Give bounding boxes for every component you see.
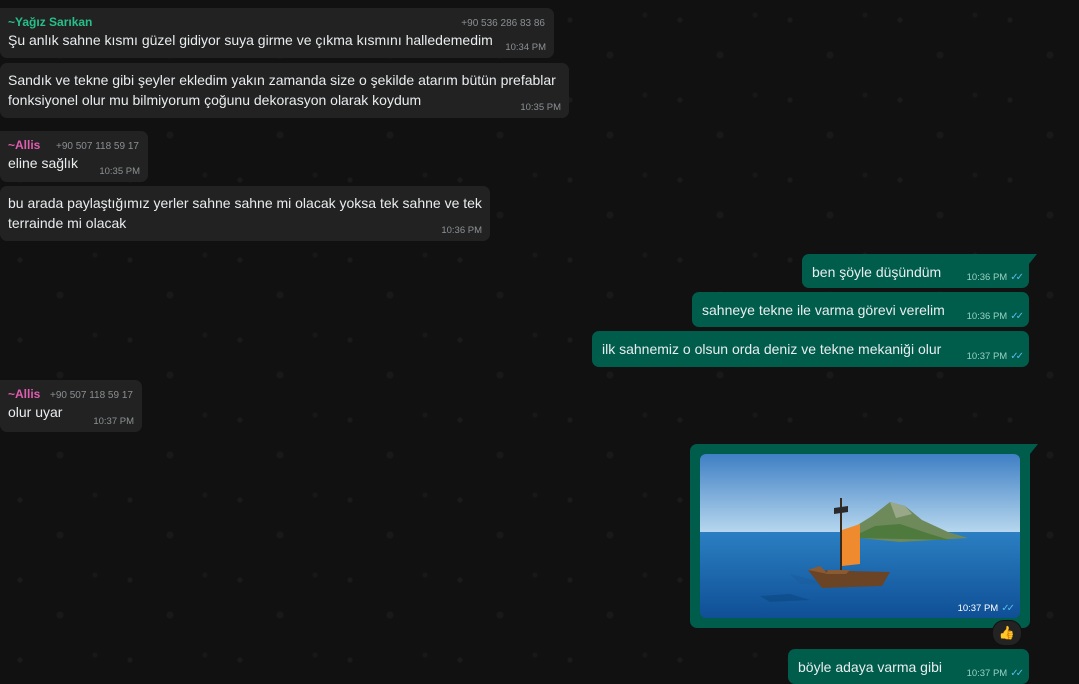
- message-text-line: terrainde mi olacak: [8, 215, 127, 231]
- message-bubble[interactable]: ~Allis +90 507 118 59 17 eline sağlık 10…: [0, 131, 148, 182]
- shared-image[interactable]: [700, 454, 1020, 618]
- read-receipt-icon: ✓✓: [1010, 668, 1024, 679]
- message-bubble[interactable]: ilk sahnemiz o olsun orda deniz ve tekne…: [592, 331, 1029, 367]
- read-receipt-icon: ✓✓: [1010, 272, 1024, 283]
- message-meta: 10:36 PM ✓✓: [966, 272, 1024, 283]
- message-time: 10:37 PM: [957, 603, 999, 614]
- message-time: 10:37 PM: [966, 668, 1008, 679]
- message-bubble[interactable]: ~Allis +90 507 118 59 17 olur uyar 10:37…: [0, 380, 142, 432]
- message-bubble[interactable]: sahneye tekne ile varma görevi verelim 1…: [692, 292, 1029, 327]
- message-time: 10:36 PM: [966, 311, 1008, 322]
- message-bubble[interactable]: bu arada paylaştığımız yerler sahne sahn…: [0, 186, 490, 241]
- message-meta: 10:37 PM ✓✓: [966, 668, 1024, 679]
- reaction-emoji: 👍: [998, 625, 1016, 640]
- message-meta: 10:36 PM ✓✓: [966, 311, 1024, 322]
- read-receipt-icon: ✓✓: [1010, 351, 1024, 362]
- message-bubble[interactable]: ben şöyle düşündüm 10:36 PM ✓✓: [802, 254, 1037, 288]
- message-meta: 10:37 PM ✓✓: [957, 603, 1015, 614]
- message-time: 10:34 PM: [505, 42, 546, 53]
- message-text: ilk sahnemiz o olsun orda deniz ve tekne…: [602, 341, 942, 357]
- message-time: 10:35 PM: [520, 102, 561, 113]
- message-time: 10:36 PM: [441, 225, 482, 236]
- message-time: 10:37 PM: [966, 351, 1008, 362]
- bubble-tail: [1030, 444, 1038, 454]
- message-text-line: bu arada paylaştığımız yerler sahne sahn…: [8, 195, 482, 211]
- message-time: 10:37 PM: [93, 416, 134, 427]
- bubble-tail: [1029, 254, 1037, 264]
- sender-phone: +90 507 118 59 17: [50, 390, 133, 401]
- sender-phone: +90 507 118 59 17: [56, 141, 139, 152]
- thumbs-up-reaction-icon[interactable]: 👍: [992, 620, 1022, 646]
- message-bubble[interactable]: Sandık ve tekne gibi şeyler ekledim yakı…: [0, 63, 569, 118]
- message-bubble[interactable]: ~Yağız Sarıkan +90 536 286 83 86 Şu anlı…: [0, 8, 554, 58]
- read-receipt-icon: ✓✓: [1010, 311, 1024, 322]
- message-time: 10:36 PM: [966, 272, 1008, 283]
- image-message-bubble[interactable]: 10:37 PM ✓✓: [690, 444, 1038, 628]
- message-meta: 10:37 PM ✓✓: [966, 351, 1024, 362]
- message-text-line: Sandık ve tekne gibi şeyler ekledim yakı…: [8, 72, 556, 88]
- message-bubble[interactable]: böyle adaya varma gibi 10:37 PM ✓✓: [788, 649, 1029, 684]
- boat-island-scene-icon: [700, 454, 1020, 618]
- sender-phone: +90 536 286 83 86: [461, 18, 545, 29]
- message-text: Şu anlık sahne kısmı güzel gidiyor suya …: [8, 32, 493, 48]
- message-text-line: fonksiyonel olur mu bilmiyorum çoğunu de…: [8, 92, 422, 108]
- read-receipt-icon: ✓✓: [1001, 603, 1015, 614]
- message-time: 10:35 PM: [99, 166, 140, 177]
